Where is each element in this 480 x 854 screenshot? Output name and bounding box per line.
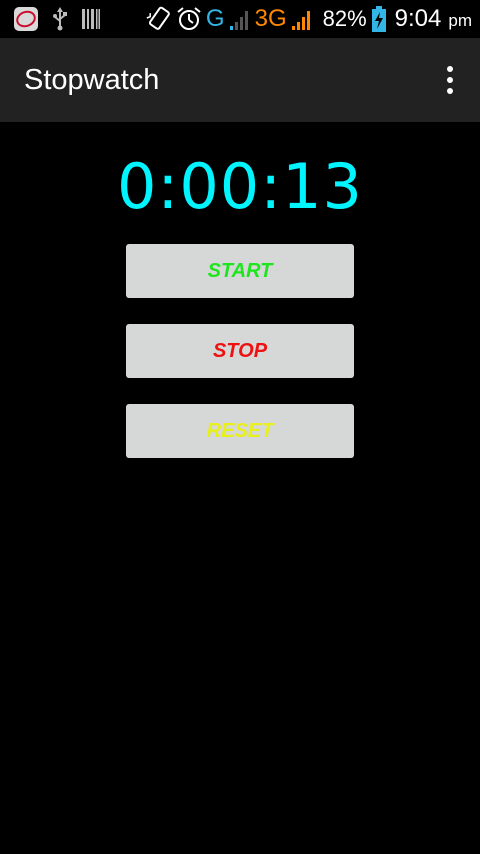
- notification-icons: [0, 7, 146, 31]
- stop-button-label: STOP: [212, 339, 268, 362]
- battery-charging-icon: [371, 5, 387, 33]
- reset-button-label: RESET: [206, 419, 274, 442]
- status-bar: G 3G 82% 9:04 pm: [0, 0, 480, 38]
- reset-button[interactable]: RESET: [126, 404, 354, 458]
- stop-button[interactable]: STOP: [126, 324, 354, 378]
- network-3g-label: 3G: [254, 5, 287, 32]
- notification-app-icon: [13, 7, 39, 31]
- signal-icon: [229, 7, 251, 31]
- usb-icon: [52, 7, 68, 31]
- app-title: Stopwatch: [24, 63, 160, 96]
- stopwatch-display: 0:00:13: [116, 150, 363, 223]
- alarm-icon: [176, 6, 202, 32]
- battery-percent: 82%: [322, 6, 367, 31]
- start-button[interactable]: START: [126, 244, 354, 298]
- action-bar: Stopwatch: [0, 38, 480, 122]
- clock-ampm: pm: [448, 11, 472, 30]
- signal-icon: [291, 7, 313, 31]
- network-g-label: G: [205, 5, 225, 32]
- barcode-icon: [82, 8, 100, 30]
- system-icons: G 3G 82% 9:04 pm: [146, 5, 480, 33]
- more-vert-icon[interactable]: [426, 50, 474, 110]
- clock-time: 9:04: [394, 5, 442, 32]
- start-button-label: START: [207, 259, 273, 282]
- vibrate-icon: [146, 5, 172, 33]
